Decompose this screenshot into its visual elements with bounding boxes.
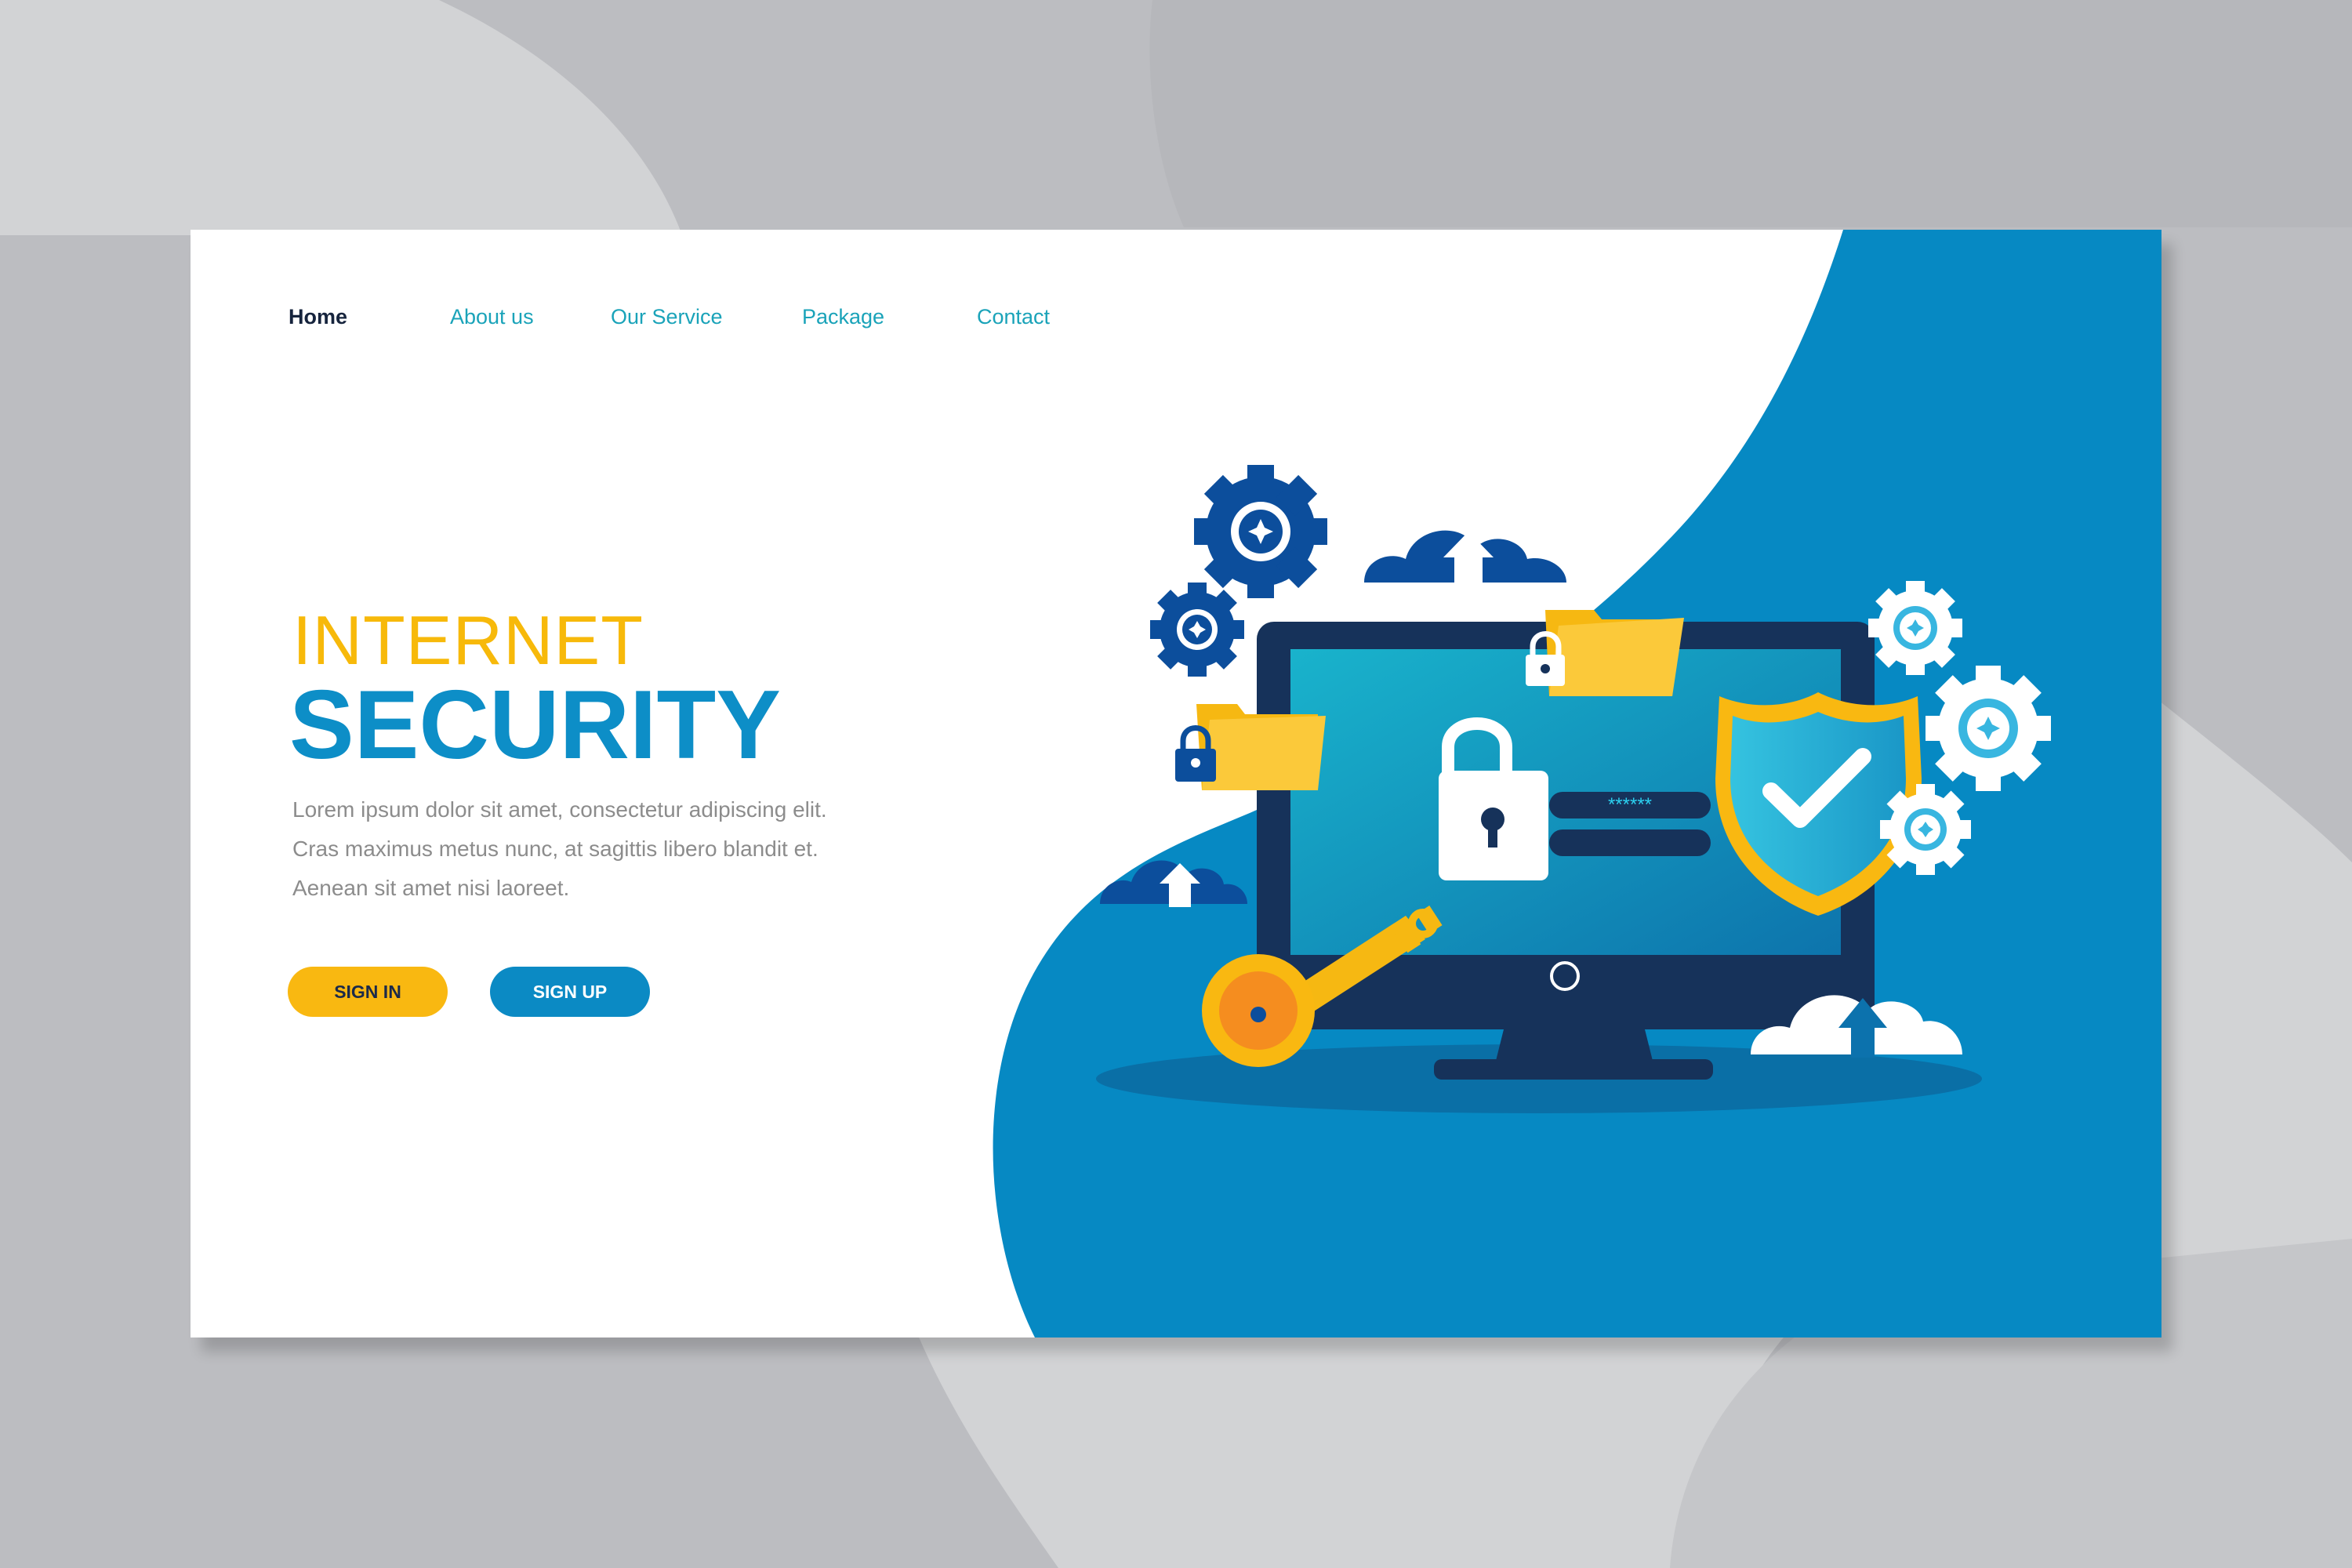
gear-icon (1880, 784, 1971, 875)
locked-folder-icon (1175, 704, 1326, 790)
landing-card: Home About us Our Service Package Contac… (191, 230, 2161, 1338)
gear-icon (1868, 581, 1962, 675)
gear-icon (1194, 465, 1327, 598)
security-illustration: ****** (1096, 465, 2051, 1113)
locked-folder-icon (1526, 610, 1684, 696)
cloud-upload-icon (1100, 860, 1247, 907)
gear-icon (1926, 666, 2051, 791)
gear-icon (1150, 583, 1244, 677)
password-mask: ****** (1608, 794, 1652, 815)
cloud-upload-icon (1364, 530, 1566, 586)
